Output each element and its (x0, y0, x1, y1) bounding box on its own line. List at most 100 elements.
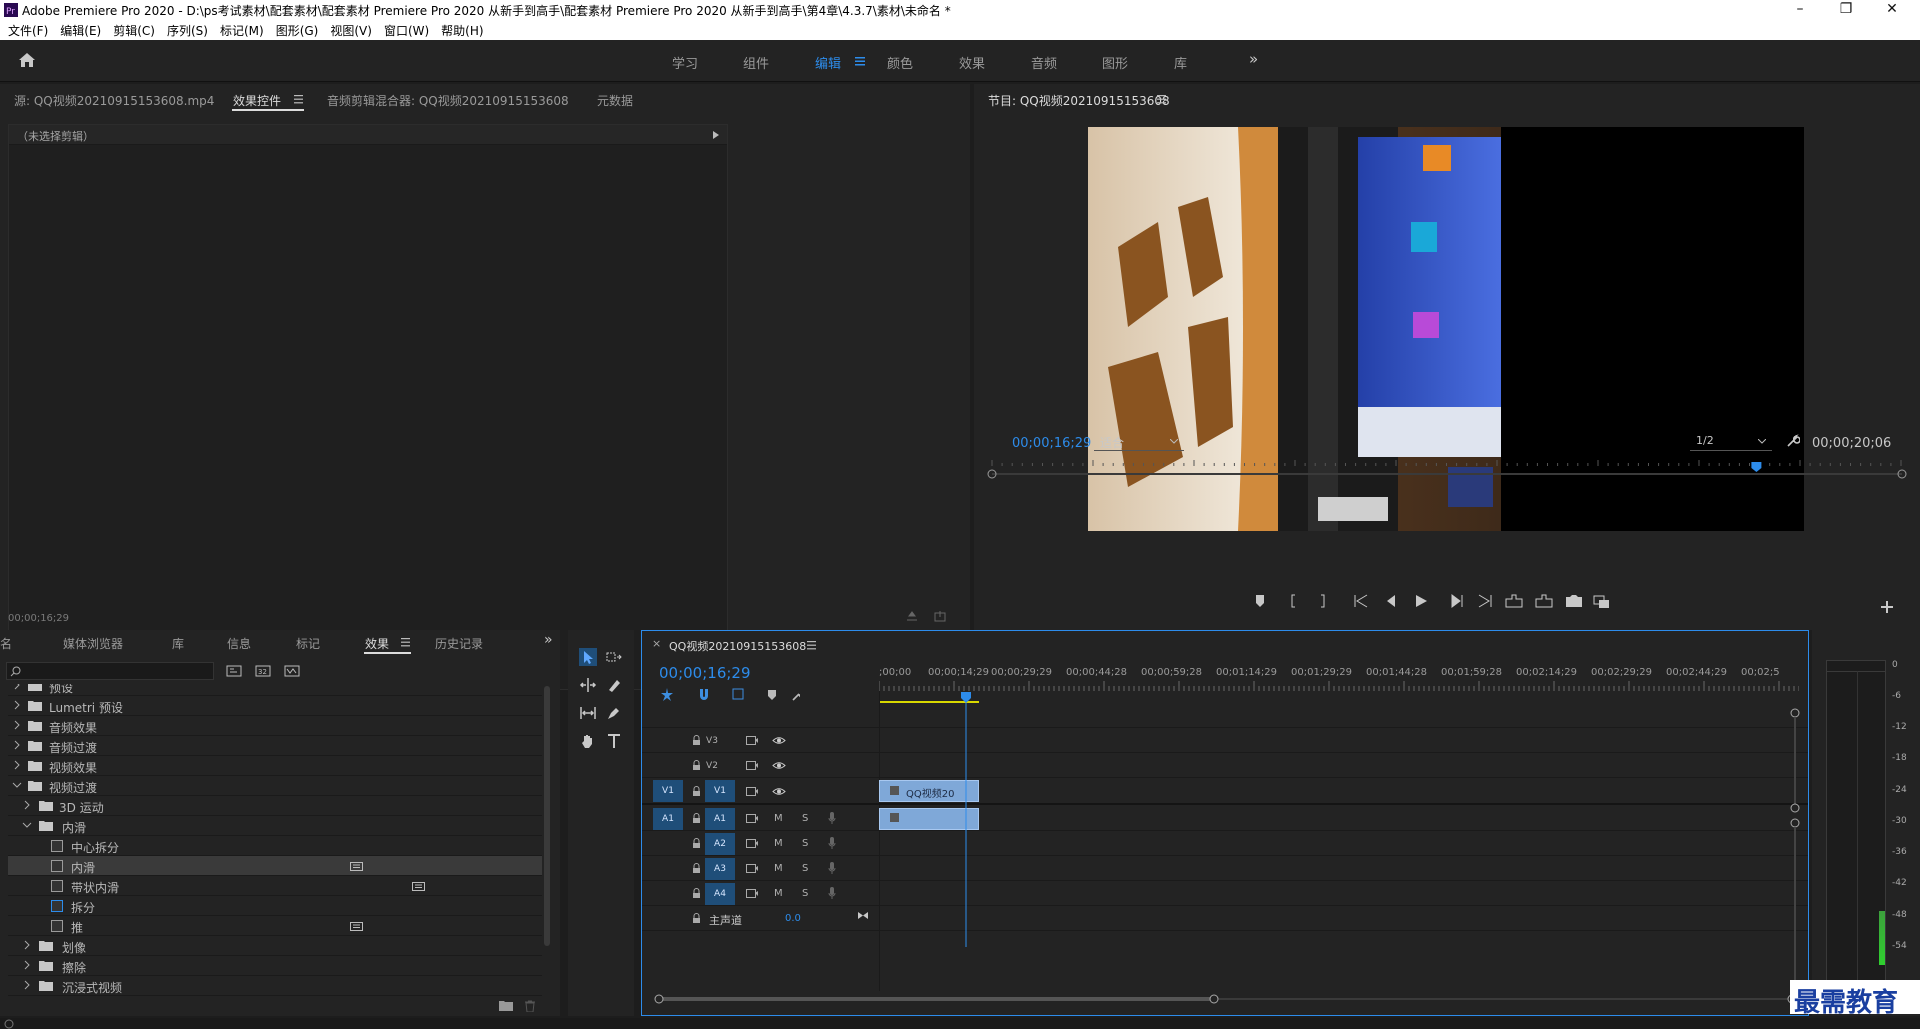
go-to-end-icon[interactable] (857, 911, 869, 920)
tree-item-lumetri-presets[interactable]: Lumetri 预设 (8, 696, 542, 716)
track-label-v2[interactable]: V2 (697, 755, 727, 777)
pen-tool-icon[interactable] (605, 704, 623, 722)
sync-lock-icon[interactable] (746, 814, 758, 823)
tab-source[interactable]: 源: QQ视频20210915153608.mp4 (14, 92, 214, 109)
tree-item-immersive-video[interactable]: 沉浸式视频 (8, 976, 542, 996)
sync-lock-icon[interactable] (746, 761, 758, 770)
mute-button-a1[interactable]: M (774, 813, 783, 824)
tree-item-slide-transition[interactable]: 内滑 (8, 856, 542, 876)
track-target-a2[interactable]: A2 (705, 833, 735, 855)
tab-media-browser[interactable]: 媒体浏览器 (63, 635, 123, 652)
sync-lock-icon[interactable] (746, 889, 758, 898)
microphone-icon[interactable] (828, 887, 836, 900)
chevron-right-icon[interactable] (12, 760, 22, 770)
track-select-tool-icon[interactable] (605, 648, 623, 666)
tab-effect-controls[interactable]: 效果控件 (233, 92, 281, 109)
workspace-tab-audio[interactable]: 音频 (1031, 53, 1057, 72)
workspace-tab-effects[interactable]: 效果 (959, 53, 985, 72)
workspace-tab-learn[interactable]: 学习 (672, 53, 698, 72)
lock-icon[interactable] (692, 838, 701, 849)
tab-project[interactable]: 名 (0, 635, 12, 652)
program-scrub-bar[interactable] (982, 456, 1912, 486)
export-icon[interactable] (906, 611, 918, 621)
workspace-tab-assembly[interactable]: 组件 (743, 53, 769, 72)
tree-item-push[interactable]: 推 (8, 916, 542, 936)
panel-menu-icon[interactable] (807, 641, 816, 650)
lock-icon[interactable] (692, 786, 701, 797)
menu-window[interactable]: 窗口(W) (378, 20, 435, 42)
selection-tool-icon[interactable] (579, 648, 597, 666)
chevron-right-icon[interactable] (22, 980, 32, 990)
lock-icon[interactable] (692, 813, 701, 824)
accelerated-effects-icon[interactable] (226, 663, 242, 677)
play-triangle-icon[interactable] (713, 131, 719, 139)
menu-markers[interactable]: 标记(M) (214, 20, 270, 42)
source-patch-a1[interactable]: A1 (653, 808, 683, 830)
program-playhead[interactable] (1751, 462, 1762, 472)
tree-item-presets[interactable]: 预设 (8, 684, 542, 696)
type-tool-icon[interactable] (605, 732, 623, 750)
tree-item-iris[interactable]: 划像 (8, 936, 542, 956)
effects-search-input[interactable] (6, 662, 214, 680)
eye-icon[interactable] (772, 787, 786, 796)
maximize-button[interactable]: ❐ (1823, 0, 1869, 20)
chevron-down-icon[interactable] (22, 820, 32, 830)
menu-sequence[interactable]: 序列(S) (161, 20, 214, 42)
mute-button-a4[interactable]: M (774, 888, 783, 899)
chevron-right-icon[interactable] (22, 940, 32, 950)
menu-clip[interactable]: 剪辑(C) (107, 20, 161, 42)
sequence-tab[interactable]: QQ视频20210915153608 (669, 638, 806, 654)
workspace-tab-graphics[interactable]: 图形 (1102, 53, 1128, 72)
timeline-vertical-scrollbar[interactable] (1787, 707, 1803, 1003)
panel-menu-icon[interactable] (401, 638, 410, 647)
microphone-icon[interactable] (828, 862, 836, 875)
menu-graphics[interactable]: 图形(G) (270, 20, 325, 42)
tab-markers[interactable]: 标记 (296, 635, 320, 652)
new-folder-icon[interactable] (499, 1000, 513, 1011)
32bit-effects-icon[interactable]: 32 (255, 663, 271, 677)
source-patch-v1[interactable]: V1 (653, 780, 683, 802)
solo-button-a3[interactable]: S (802, 863, 808, 874)
add-button-icon[interactable] (1880, 600, 1894, 614)
menu-edit[interactable]: 编辑(E) (54, 20, 107, 42)
track-target-v1[interactable]: V1 (705, 780, 735, 802)
home-icon[interactable] (18, 52, 36, 68)
time-ruler[interactable]: ;00;00 00;00;14;29 00;00;29;29 00;00;44;… (879, 661, 1799, 691)
chevron-right-icon[interactable] (12, 740, 22, 750)
menu-help[interactable]: 帮助(H) (435, 20, 489, 42)
chevron-right-icon[interactable] (12, 720, 22, 730)
chevron-down-icon[interactable] (12, 780, 22, 790)
resolution-dropdown[interactable]: 1/2 (1690, 433, 1772, 451)
microphone-icon[interactable] (828, 812, 836, 825)
tree-item-band-slide[interactable]: 带状内滑 (8, 876, 542, 896)
chevron-right-icon[interactable] (12, 700, 22, 710)
trash-icon[interactable] (524, 1000, 536, 1012)
tree-item-wipe[interactable]: 擦除 (8, 956, 542, 976)
razor-tool-icon[interactable] (605, 676, 623, 694)
solo-button-a1[interactable]: S (802, 813, 808, 824)
minimize-button[interactable]: – (1777, 0, 1823, 20)
solo-button-a4[interactable]: S (802, 888, 808, 899)
share-icon[interactable] (934, 610, 946, 622)
eye-icon[interactable] (772, 736, 786, 745)
tab-libraries[interactable]: 库 (172, 635, 184, 652)
chevron-right-icon[interactable] (12, 684, 22, 690)
effects-scrollbar[interactable] (544, 686, 550, 946)
ripple-edit-tool-icon[interactable] (579, 676, 597, 694)
tree-item-audio-transitions[interactable]: 音频过渡 (8, 736, 542, 756)
lock-icon[interactable] (692, 913, 701, 924)
timeline-timecode[interactable]: 00;00;16;29 (659, 664, 751, 682)
workspace-tab-editing[interactable]: 编辑 (815, 53, 841, 72)
lock-icon[interactable] (692, 863, 701, 874)
slip-tool-icon[interactable] (579, 704, 597, 722)
microphone-icon[interactable] (828, 837, 836, 850)
master-volume[interactable]: 0.0 (785, 913, 801, 924)
menu-file[interactable]: 文件(F) (0, 20, 54, 42)
chevron-right-icon[interactable] (22, 960, 32, 970)
lock-icon[interactable] (692, 888, 701, 899)
tree-item-split[interactable]: 拆分 (8, 896, 542, 916)
solo-button-a2[interactable]: S (802, 838, 808, 849)
tree-item-video-effects[interactable]: 视频效果 (8, 756, 542, 776)
workspace-tab-libraries[interactable]: 库 (1174, 53, 1187, 72)
mute-button-a3[interactable]: M (774, 863, 783, 874)
